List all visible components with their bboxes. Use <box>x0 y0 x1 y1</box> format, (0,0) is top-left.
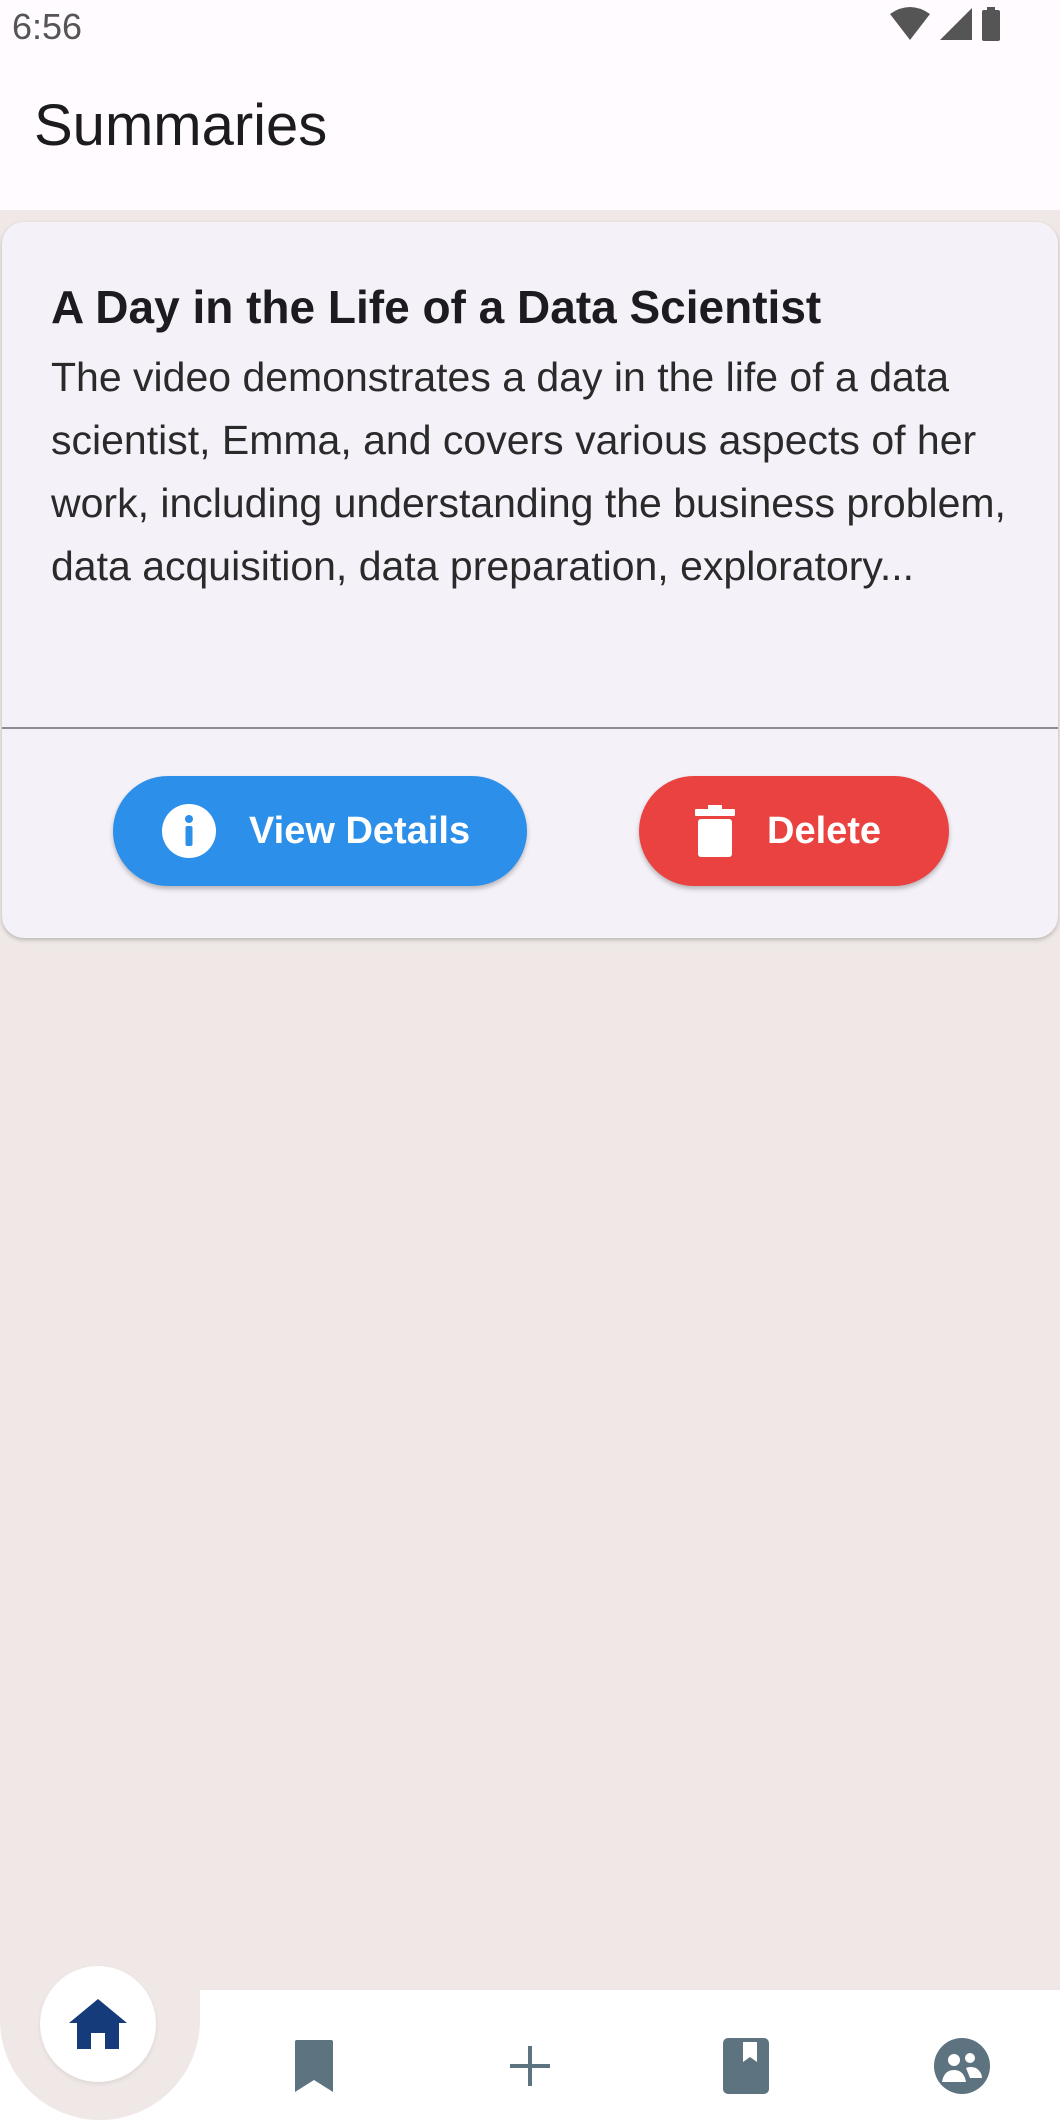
summary-title: A Day in the Life of a Data Scientist <box>51 281 822 333</box>
signal-icon <box>940 8 972 40</box>
book-icon <box>723 2038 769 2094</box>
nav-book-button[interactable] <box>718 2038 774 2094</box>
nav-home-button[interactable] <box>40 1966 156 2082</box>
nav-bookmark-button[interactable] <box>286 2038 342 2094</box>
app-bar: Summaries <box>0 50 1060 210</box>
bookmark-icon <box>295 2040 333 2092</box>
trash-icon <box>695 805 735 857</box>
status-bar: 6:56 <box>0 0 1060 50</box>
battery-icon <box>982 7 1000 41</box>
page-title: Summaries <box>34 93 328 158</box>
community-icon <box>934 2038 990 2094</box>
status-icons <box>888 6 1002 42</box>
nav-community-button[interactable] <box>934 2038 990 2094</box>
nav-add-button[interactable] <box>502 2038 558 2094</box>
delete-button[interactable]: Delete <box>639 776 949 886</box>
home-icon <box>69 1999 127 2049</box>
divider <box>2 727 1058 729</box>
summary-description: The video demonstrates a day in the life… <box>51 354 1006 589</box>
info-icon <box>161 803 217 859</box>
summary-card[interactable]: A Day in the Life of a Data Scientist Th… <box>2 222 1058 938</box>
delete-label: Delete <box>767 809 882 852</box>
view-details-label: View Details <box>249 809 471 852</box>
plus-icon <box>510 2046 550 2086</box>
status-time: 6:56 <box>12 6 83 47</box>
view-details-button[interactable]: View Details <box>113 776 527 886</box>
wifi-icon <box>890 7 930 40</box>
